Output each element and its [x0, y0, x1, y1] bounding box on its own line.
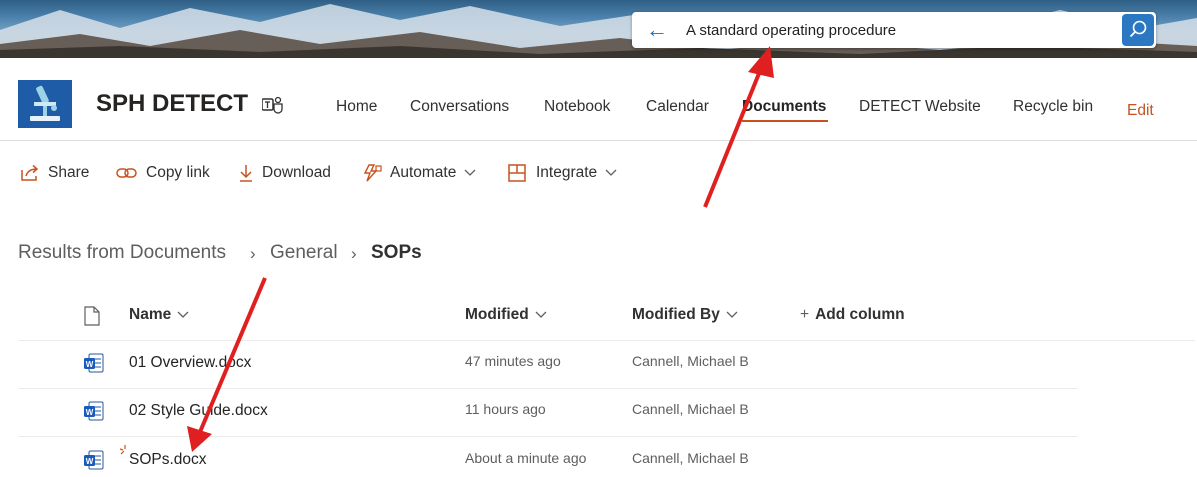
chevron-down-icon [464, 169, 476, 176]
nav-conversations[interactable]: Conversations [410, 98, 509, 116]
nav-detect-website[interactable]: DETECT Website [859, 98, 981, 116]
column-name-label: Name [129, 306, 172, 323]
share-label: Share [48, 164, 90, 181]
modified-by[interactable]: Cannell, Michael B [632, 401, 749, 417]
nav-home[interactable]: Home [336, 98, 377, 116]
add-column-label: Add column [815, 306, 905, 323]
plus-icon: + [800, 306, 810, 323]
download-icon [240, 165, 252, 182]
download-button[interactable]: Download [238, 162, 331, 184]
copy-link-button[interactable]: Copy link [116, 162, 210, 184]
svg-text:W: W [86, 457, 94, 466]
search-button[interactable] [1122, 14, 1154, 46]
column-modified-by-label: Modified By [632, 306, 720, 323]
microscope-icon [30, 85, 60, 121]
column-modified-label: Modified [465, 306, 529, 323]
integrate-label: Integrate [536, 164, 598, 181]
search-box[interactable]: ← A standard operating procedure [632, 12, 1156, 48]
chevron-down-icon [605, 169, 617, 176]
column-header-name[interactable]: Name [129, 306, 189, 324]
file-name[interactable]: SOPs.docx [129, 451, 207, 469]
modified-by[interactable]: Cannell, Michael B [632, 353, 749, 369]
site-title[interactable]: SPH DETECT [96, 90, 248, 118]
svg-text:W: W [86, 360, 94, 369]
link-icon [116, 168, 137, 178]
chevron-down-icon [177, 311, 189, 318]
word-doc-icon: W [84, 401, 104, 421]
site-banner: ← A standard operating procedure [0, 0, 1197, 58]
svg-text:W: W [86, 408, 94, 417]
word-doc-icon: W [84, 353, 104, 373]
share-button[interactable]: Share [20, 162, 89, 184]
breadcrumb-current: SOPs [371, 242, 422, 263]
file-name[interactable]: 02 Style Guide.docx [129, 402, 268, 420]
automate-label: Automate [390, 164, 457, 181]
breadcrumb-root[interactable]: Results from Documents [18, 242, 226, 264]
table-header-divider [18, 340, 1195, 341]
teams-icon[interactable] [262, 96, 284, 114]
download-label: Download [262, 164, 331, 181]
file-name[interactable]: 01 Overview.docx [129, 354, 251, 372]
integrate-button[interactable]: Integrate [508, 162, 617, 184]
row-divider [18, 388, 1078, 389]
row-divider [18, 436, 1078, 437]
site-logo[interactable] [18, 80, 72, 128]
modified-time: 47 minutes ago [465, 353, 561, 369]
copy-link-label: Copy link [146, 164, 210, 181]
nav-edit-link[interactable]: Edit [1127, 102, 1154, 120]
nav-calendar[interactable]: Calendar [646, 98, 709, 116]
column-header-modified[interactable]: Modified [465, 306, 547, 324]
add-column-button[interactable]: + Add column [800, 306, 905, 324]
column-header-modified-by[interactable]: Modified By [632, 306, 738, 324]
annotation-arrow-search [703, 65, 764, 208]
nav-notebook[interactable]: Notebook [544, 98, 610, 116]
chevron-down-icon [535, 311, 547, 318]
search-input[interactable]: A standard operating procedure [686, 22, 896, 39]
nav-documents[interactable]: Documents [742, 98, 826, 116]
modified-time: About a minute ago [465, 450, 587, 466]
breadcrumb-general[interactable]: General [270, 242, 338, 264]
nav-recycle-bin[interactable]: Recycle bin [1013, 98, 1093, 116]
file-icon [84, 306, 100, 326]
search-icon [1129, 20, 1147, 38]
breadcrumb-separator: › [250, 244, 256, 263]
modified-time: 11 hours ago [465, 401, 546, 417]
word-doc-icon: W [84, 450, 104, 470]
share-icon [21, 164, 39, 181]
active-tab-indicator [742, 120, 828, 122]
annotation-arrowhead-file [187, 426, 212, 452]
header-divider [0, 140, 1197, 141]
automate-icon [363, 164, 382, 182]
modified-by[interactable]: Cannell, Michael B [632, 450, 749, 466]
breadcrumb-separator: › [351, 244, 357, 263]
integrate-icon [508, 164, 526, 182]
arrow-left-icon[interactable]: ← [646, 18, 668, 42]
automate-button[interactable]: Automate [362, 162, 476, 184]
chevron-down-icon [726, 311, 738, 318]
